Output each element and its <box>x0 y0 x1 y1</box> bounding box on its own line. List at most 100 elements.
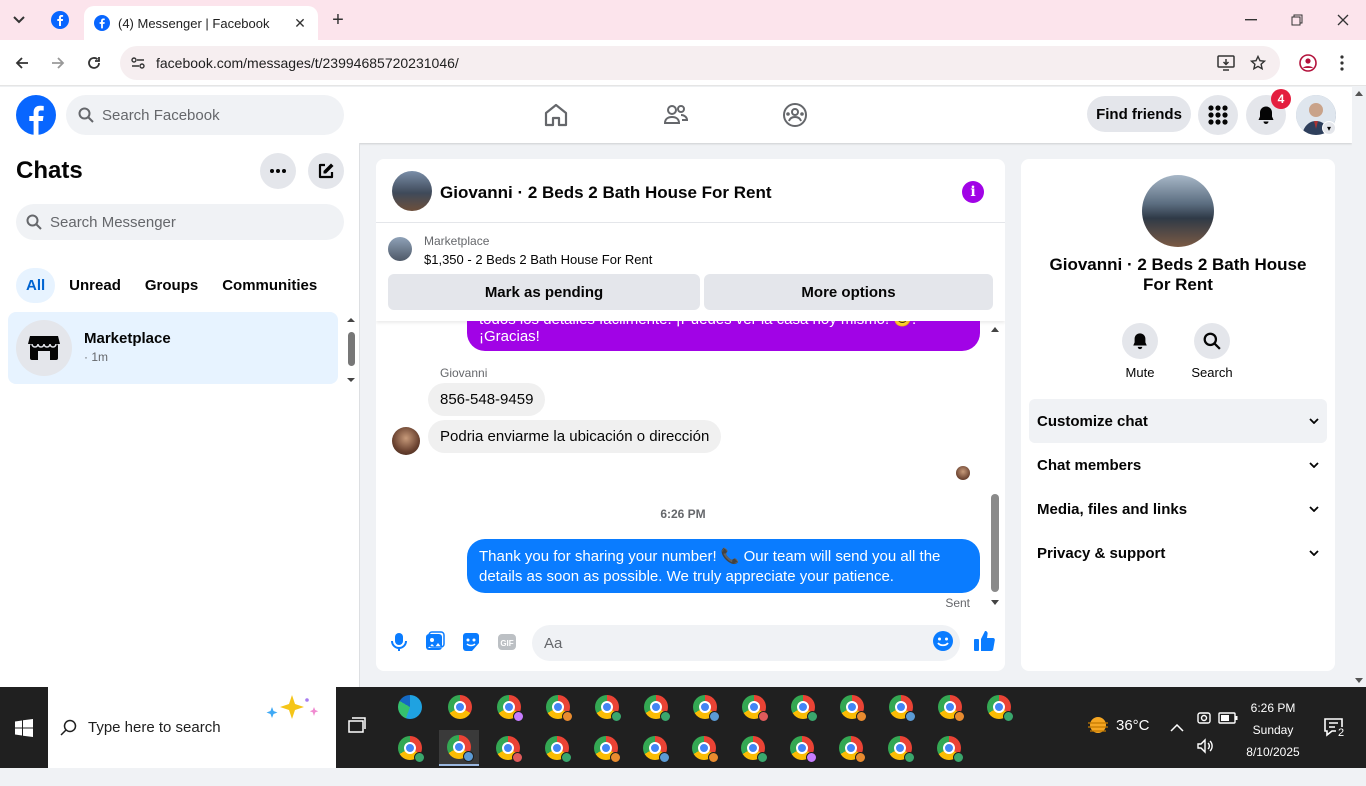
chrome-taskbar-button[interactable] <box>537 730 577 766</box>
listing-title[interactable]: $1,350 - 2 Beds 2 Bath House For Rent <box>424 252 652 267</box>
menu-button[interactable] <box>1198 95 1238 135</box>
conversation-info-icon[interactable]: i <box>962 181 984 203</box>
chrome-taskbar-button[interactable] <box>538 689 578 725</box>
chrome-taskbar-button[interactable] <box>880 730 920 766</box>
install-app-button[interactable] <box>1214 51 1238 75</box>
message-input[interactable]: Aa <box>532 625 960 661</box>
chrome-taskbar-button[interactable] <box>440 689 480 725</box>
chrome-taskbar-button[interactable] <box>733 730 773 766</box>
taskbar-search-input[interactable]: Type here to search <box>48 687 336 768</box>
reload-button[interactable] <box>82 51 106 75</box>
chrome-taskbar-button[interactable] <box>586 730 626 766</box>
search-in-conversation-button[interactable]: Search <box>1182 323 1242 380</box>
restore-button[interactable] <box>1274 0 1320 40</box>
facebook-search-input[interactable]: Search Facebook <box>66 95 344 135</box>
chrome-taskbar-button[interactable] <box>390 730 430 766</box>
new-message-button[interactable] <box>308 153 344 189</box>
marketplace-avatar <box>16 320 72 376</box>
chrome-taskbar-button[interactable] <box>782 730 822 766</box>
chrome-taskbar-button[interactable] <box>488 730 528 766</box>
forward-button[interactable] <box>46 51 70 75</box>
like-button[interactable] <box>972 629 995 651</box>
active-browser-tab[interactable]: (4) Messenger | Facebook ✕ <box>84 6 318 40</box>
sticker-button[interactable] <box>460 631 482 653</box>
back-button[interactable] <box>10 51 34 75</box>
bookmark-button[interactable] <box>1246 51 1270 75</box>
marketplace-listing-bar: Marketplace $1,350 - 2 Beds 2 Bath House… <box>376 223 1005 321</box>
battery-icon[interactable] <box>1218 677 1238 758</box>
browser-menu-button[interactable] <box>1330 51 1354 75</box>
chat-members-section[interactable]: Chat members <box>1029 443 1327 487</box>
site-settings-icon[interactable] <box>130 55 146 71</box>
chat-options-button[interactable] <box>260 153 296 189</box>
sender-avatar[interactable] <box>392 427 420 455</box>
contact-avatar[interactable] <box>1142 175 1214 247</box>
more-options-button[interactable]: More options <box>704 274 993 310</box>
sidebar-scrollbar[interactable] <box>344 315 358 385</box>
groups-nav[interactable] <box>781 101 809 129</box>
chrome-icon <box>447 735 474 762</box>
privacy-support-section[interactable]: Privacy & support <box>1029 531 1327 575</box>
address-bar[interactable]: facebook.com/messages/t/2399468572023104… <box>120 46 1280 80</box>
chrome-taskbar-button[interactable] <box>587 689 627 725</box>
show-hidden-icons-button[interactable] <box>1170 687 1184 768</box>
listing-thumbnail[interactable] <box>388 237 412 261</box>
home-nav[interactable] <box>542 101 570 129</box>
friends-nav[interactable] <box>662 101 690 129</box>
filter-all[interactable]: All <box>16 268 56 303</box>
emoji-button[interactable] <box>932 630 954 652</box>
chrome-taskbar-button[interactable] <box>685 689 725 725</box>
conversation-title[interactable]: Giovanni · 2 Beds 2 Bath House For Rent <box>440 183 772 203</box>
page-scrollbar[interactable] <box>1352 87 1366 687</box>
filter-groups[interactable]: Groups <box>135 268 208 303</box>
chrome-taskbar-button[interactable] <box>831 730 871 766</box>
chat-list-item[interactable]: Marketplace · 1m <box>8 312 338 384</box>
chrome-taskbar-button[interactable] <box>832 689 872 725</box>
chrome-taskbar-button[interactable] <box>439 730 479 766</box>
find-friends-button[interactable]: Find friends <box>1087 96 1191 132</box>
messenger-search-input[interactable]: Search Messenger <box>16 204 344 240</box>
minimize-button[interactable] <box>1228 0 1274 40</box>
chrome-taskbar-button[interactable] <box>929 730 969 766</box>
facebook-logo[interactable] <box>16 95 56 135</box>
notification-center-button[interactable]: 2 <box>1322 715 1348 741</box>
volume-icon[interactable] <box>1196 705 1214 786</box>
taskbar-clock[interactable]: 6:26 PM Sunday 8/10/2025 <box>1236 697 1310 763</box>
chrome-icon <box>594 736 621 763</box>
new-tab-button[interactable]: + <box>326 8 350 32</box>
chrome-icon <box>888 736 915 763</box>
emoji-icon <box>933 631 953 651</box>
chrome-taskbar-button[interactable] <box>881 689 921 725</box>
chrome-taskbar-button[interactable] <box>930 689 970 725</box>
pinned-facebook-tab[interactable] <box>48 8 72 32</box>
account-chevron-icon[interactable]: ▾ <box>1322 121 1336 135</box>
gif-button[interactable]: GIF <box>496 631 518 653</box>
customize-chat-section[interactable]: Customize chat <box>1029 399 1327 443</box>
mark-as-pending-button[interactable]: Mark as pending <box>388 274 700 310</box>
weather-widget[interactable]: 36°C <box>1086 715 1150 735</box>
conversation-scrollbar[interactable] <box>988 324 1002 608</box>
chrome-taskbar-button[interactable] <box>979 689 1019 725</box>
close-tab-icon[interactable]: ✕ <box>292 15 308 31</box>
attach-photo-button[interactable] <box>424 631 446 653</box>
task-view-button[interactable] <box>346 715 372 741</box>
conversation-avatar[interactable] <box>392 171 432 211</box>
close-window-button[interactable] <box>1320 0 1366 40</box>
filter-communities[interactable]: Communities <box>212 268 327 303</box>
profile-button[interactable] <box>1296 51 1320 75</box>
chrome-taskbar-button[interactable] <box>635 730 675 766</box>
chrome-taskbar-button[interactable] <box>783 689 823 725</box>
chrome-taskbar-button[interactable] <box>489 689 529 725</box>
media-files-links-section[interactable]: Media, files and links <box>1029 487 1327 531</box>
scrollbar-icon <box>991 327 999 605</box>
chrome-taskbar-button[interactable] <box>734 689 774 725</box>
chrome-taskbar-button[interactable] <box>636 689 676 725</box>
mute-button[interactable]: Mute <box>1110 323 1170 380</box>
windows-logo-icon <box>15 718 33 737</box>
edge-taskbar-button[interactable] <box>390 689 430 725</box>
tab-search-button[interactable] <box>6 8 32 32</box>
chrome-taskbar-button[interactable] <box>684 730 724 766</box>
filter-unread[interactable]: Unread <box>59 268 131 303</box>
voice-clip-button[interactable] <box>388 631 410 653</box>
start-button[interactable] <box>0 687 48 768</box>
